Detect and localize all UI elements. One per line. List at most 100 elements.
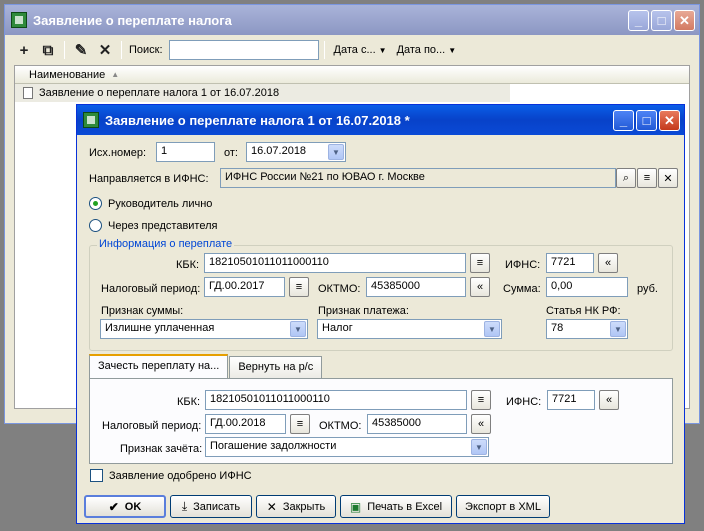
tab-ifns-label: ИФНС: [506, 396, 542, 408]
chevron-down-icon: ▼ [448, 45, 457, 55]
sum-label: Сумма: [503, 283, 541, 295]
dialog-title: Заявление о переплате налога 1 от 16.07.… [105, 112, 410, 128]
tab-period-input[interactable]: ГД.00.2018 [205, 414, 286, 434]
outgoing-number-input[interactable]: 1 [156, 142, 215, 162]
clear-icon[interactable]: ✕ [658, 168, 678, 188]
radio-head-label: Руководитель лично [108, 197, 213, 210]
maximize-icon[interactable]: □ [651, 10, 672, 31]
date-to-label: Дата по... [396, 44, 446, 56]
tab-offset[interactable]: Зачесть переплату на... [89, 354, 229, 378]
oktmo-input[interactable]: 45385000 [366, 277, 466, 297]
dialog-titlebar[interactable]: Заявление о переплате налога 1 от 16.07.… [77, 105, 684, 135]
add-icon[interactable]: + [13, 40, 35, 60]
main-titlebar[interactable]: Заявление о переплате налога _ □ ✕ [5, 5, 699, 35]
fill-icon[interactable]: « [470, 277, 490, 297]
main-title: Заявление о переплате налога [33, 12, 232, 28]
ifns-label: ИФНС: [505, 259, 541, 271]
close-icon[interactable]: ✕ [659, 110, 680, 131]
ok-button[interactable]: ✔ OK [84, 495, 166, 518]
close-button[interactable]: ✕ Закрыть [256, 495, 336, 518]
select-icon[interactable]: ≡ [289, 277, 309, 297]
sum-unit: руб. [637, 283, 658, 295]
kbk-input[interactable]: 18210501011011000110 [204, 253, 466, 273]
outgoing-number-label: Исх.номер: [89, 147, 147, 159]
nk-article-select[interactable]: 78 ▼ [546, 319, 628, 339]
delete-icon[interactable]: ✕ [94, 40, 116, 60]
copy-icon[interactable]: ⧉ [37, 40, 59, 60]
sum-input[interactable]: 0,00 [546, 277, 628, 297]
select-icon[interactable]: ≡ [637, 168, 657, 188]
payment-sign-select[interactable]: Налог ▼ [317, 319, 502, 339]
date-from-label: Дата с... [333, 44, 376, 56]
date-picker[interactable]: 16.07.2018 ▼ [246, 142, 346, 162]
radio-unselected-icon [89, 219, 102, 232]
save-button[interactable]: ⤓ Записать [170, 495, 252, 518]
approved-checkbox[interactable]: Заявление одобрено ИФНС [90, 469, 252, 482]
tab-period-label: Налоговый период: [102, 420, 202, 432]
ifns-input[interactable]: 7721 [546, 253, 594, 273]
tab-oktmo-input[interactable]: 45385000 [367, 414, 467, 434]
payment-sign-value: Налог [322, 322, 353, 334]
search-input[interactable] [168, 40, 319, 60]
chevron-down-icon[interactable]: ▼ [471, 439, 487, 455]
date-from-dropdown[interactable]: Дата с... ▼ [330, 44, 391, 56]
radio-representative[interactable]: Через представителя [89, 219, 217, 232]
close-icon: ✕ [266, 499, 277, 514]
nk-article-value: 78 [551, 322, 564, 334]
column-header-name[interactable]: Наименование ▲ [15, 66, 689, 84]
close-icon[interactable]: ✕ [674, 10, 695, 31]
print-excel-label: Печать в Excel [367, 500, 443, 513]
fill-icon[interactable]: « [598, 253, 618, 273]
select-icon[interactable]: ≡ [290, 414, 310, 434]
nk-article-label: Статья НК РФ: [546, 305, 621, 317]
period-label: Налоговый период: [101, 283, 201, 295]
radio-selected-icon [89, 197, 102, 210]
search-label: Поиск: [129, 44, 163, 56]
chevron-down-icon[interactable]: ▼ [484, 321, 500, 337]
ifns-target-field[interactable]: ИФНС России №21 по ЮВАО г. Москве [220, 168, 616, 188]
oktmo-label: ОКТМО: [318, 283, 361, 295]
dialog-button-bar: ✔ OK ⤓ Записать ✕ Закрыть ▣ Печать в Exc… [84, 495, 550, 518]
tab-kbk-label: КБК: [177, 396, 201, 408]
tab-strip: Зачесть переплату на... Вернуть на р/с [89, 354, 323, 378]
save-icon: ⤓ [181, 499, 188, 513]
minimize-icon[interactable]: _ [613, 110, 634, 131]
export-xml-button[interactable]: Экспорт в XML [456, 495, 550, 518]
chevron-down-icon[interactable]: ▼ [290, 321, 306, 337]
export-xml-label: Экспорт в XML [465, 500, 541, 513]
tab-kbk-input[interactable]: 18210501011011000110 [205, 390, 467, 410]
tab-panel-offset: КБК: 18210501011011000110 ≡ ИФНС: 7721 «… [89, 378, 673, 464]
fill-icon[interactable]: « [599, 390, 619, 410]
save-label: Записать [193, 500, 241, 513]
offset-sign-value: Погашение задолжности [210, 440, 337, 452]
search-icon[interactable]: ⌕ [616, 168, 636, 188]
select-icon[interactable]: ≡ [470, 253, 490, 273]
approved-label: Заявление одобрено ИФНС [109, 469, 252, 482]
date-to-dropdown[interactable]: Дата по... ▼ [393, 44, 461, 56]
minimize-icon[interactable]: _ [628, 10, 649, 31]
column-header-label: Наименование [29, 68, 106, 81]
main-toolbar: + ⧉ ✎ ✕ Поиск: Дата с... ▼ Дата по... ▼ [9, 38, 695, 62]
chevron-down-icon[interactable]: ▼ [328, 144, 344, 160]
fill-icon[interactable]: « [471, 414, 491, 434]
date-label: от: [224, 147, 238, 159]
period-input[interactable]: ГД.00.2017 [204, 277, 285, 297]
ok-label: OK [124, 500, 142, 513]
chevron-down-icon[interactable]: ▼ [610, 321, 626, 337]
ifns-target-label: Направляется в ИФНС: [89, 173, 209, 185]
tab-ifns-input[interactable]: 7721 [547, 390, 595, 410]
maximize-icon[interactable]: □ [636, 110, 657, 131]
edit-icon[interactable]: ✎ [70, 40, 92, 60]
list-item[interactable]: Заявление о переплате налога 1 от 16.07.… [15, 84, 510, 102]
print-excel-button[interactable]: ▣ Печать в Excel [340, 495, 452, 518]
sum-sign-select[interactable]: Излишне уплаченная ▼ [100, 319, 308, 339]
list-item-label: Заявление о переплате налога 1 от 16.07.… [39, 87, 280, 99]
select-icon[interactable]: ≡ [471, 390, 491, 410]
dialog-body: Исх.номер: 1 от: 16.07.2018 ▼ Направляет… [80, 135, 681, 520]
chevron-down-icon: ▼ [378, 45, 387, 55]
offset-sign-select[interactable]: Погашение задолжности ▼ [205, 437, 489, 457]
tab-refund[interactable]: Вернуть на р/с [229, 356, 323, 378]
radio-head-in-person[interactable]: Руководитель лично [89, 197, 212, 210]
toolbar-separator [121, 41, 122, 59]
payment-sign-label: Признак платежа: [318, 305, 409, 317]
